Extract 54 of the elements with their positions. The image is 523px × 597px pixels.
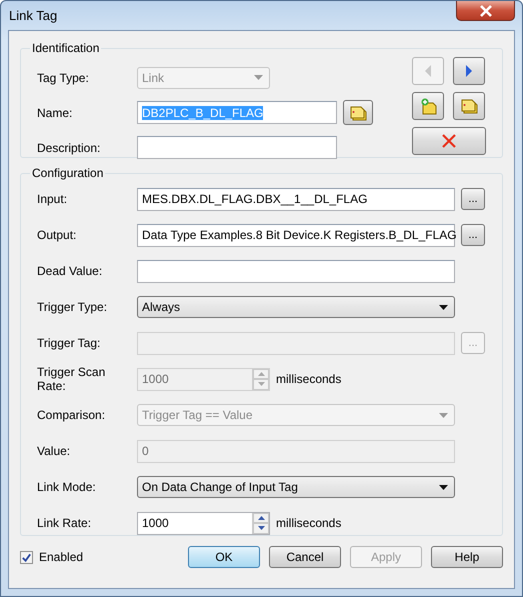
field-label: Trigger Scan Rate: <box>37 365 106 393</box>
dropdown-arrow-icon <box>254 75 263 80</box>
browse-button[interactable]: ... <box>461 188 485 210</box>
field-label: Tag Type: <box>37 70 90 84</box>
dialog-button[interactable]: Cancel <box>269 546 341 568</box>
browse-tags-button[interactable] <box>343 100 373 125</box>
checkmark-icon <box>21 552 32 562</box>
field-label: Link Rate: <box>37 516 92 530</box>
close-button[interactable] <box>456 1 515 21</box>
dropdown-arrow-icon <box>439 484 448 490</box>
field-label: Output: <box>37 228 78 242</box>
field-label: Input: <box>37 192 68 206</box>
down-arrow-icon <box>258 382 264 386</box>
group-label: Identification <box>31 41 100 55</box>
field-label: Link Mode: <box>37 480 97 494</box>
unit-label: milliseconds <box>276 516 342 530</box>
close-icon <box>478 4 492 16</box>
delete-button[interactable] <box>412 127 486 155</box>
add-tag-icon <box>420 98 436 114</box>
description-field[interactable] <box>137 136 337 159</box>
right-arrow-icon <box>465 65 473 77</box>
window-title: Link Tag <box>9 8 58 23</box>
tags-icon <box>460 98 478 114</box>
field-label: Description: <box>37 140 102 154</box>
tags-icon <box>350 104 366 120</box>
left-arrow-icon <box>424 65 432 77</box>
copy-tag-button[interactable] <box>453 92 485 120</box>
dialog-button[interactable]: Help <box>431 546 503 568</box>
field-label: Comparison: <box>37 408 106 422</box>
field-label: Value: <box>37 444 72 458</box>
dropdown-arrow-icon <box>439 304 448 310</box>
new-tag-button[interactable] <box>412 92 444 120</box>
dropdown[interactable]: On Data Change of Input Tag <box>137 476 455 498</box>
number-spinner[interactable]: 1000 <box>137 512 270 534</box>
text-field[interactable]: Data Type Examples.8 Bit Device.K Registers.B_DL_FLAG <box>137 224 455 246</box>
field-label: Trigger Type: <box>37 300 108 314</box>
up-arrow-icon <box>258 372 264 376</box>
dialog-button[interactable]: OK <box>188 546 260 568</box>
checkbox-label: Enabled <box>39 550 84 564</box>
dropdown[interactable]: Always <box>137 296 455 318</box>
unit-label: milliseconds <box>276 372 342 386</box>
next-button[interactable] <box>453 57 485 85</box>
field-label: Name: <box>37 106 74 120</box>
down-arrow-icon <box>258 526 264 530</box>
group-label: Configuration <box>31 166 104 180</box>
dropdown-arrow-icon <box>439 412 448 418</box>
up-arrow-icon <box>258 516 264 520</box>
enabled-checkbox[interactable] <box>20 550 33 564</box>
field-label: Dead Value: <box>37 264 104 278</box>
field-label: Trigger Tag: <box>37 336 102 350</box>
text-field[interactable] <box>137 260 455 282</box>
text-field[interactable]: MES.DBX.DL_FLAG.DBX__1__DL_FLAG <box>137 188 455 210</box>
browse-button[interactable]: ... <box>461 224 485 246</box>
delete-icon <box>442 134 456 148</box>
